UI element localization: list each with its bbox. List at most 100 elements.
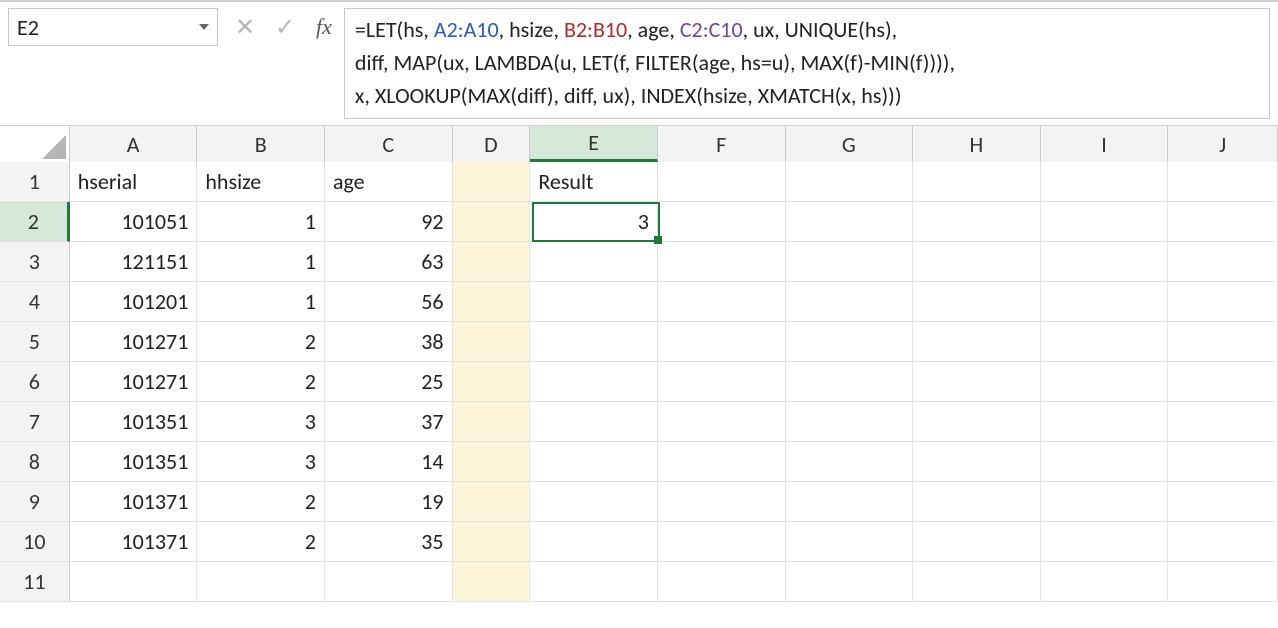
cell-E9[interactable] <box>530 482 658 522</box>
col-header-C[interactable]: C <box>325 126 453 162</box>
cell-F9[interactable] <box>658 482 786 522</box>
cell-C3[interactable]: 63 <box>325 242 453 282</box>
cell-D6[interactable] <box>453 362 531 402</box>
row-header-7[interactable]: 7 <box>0 402 70 442</box>
cell-C9[interactable]: 19 <box>325 482 453 522</box>
cell-E11[interactable] <box>530 562 658 602</box>
row-header-2[interactable]: 2 <box>0 202 70 242</box>
cell-F7[interactable] <box>658 402 786 442</box>
cell-J6[interactable] <box>1168 362 1278 402</box>
cell-J3[interactable] <box>1168 242 1278 282</box>
col-header-G[interactable]: G <box>786 126 914 162</box>
cell-J4[interactable] <box>1168 282 1278 322</box>
cell-D1[interactable] <box>453 162 531 202</box>
cell-F3[interactable] <box>658 242 786 282</box>
cell-F4[interactable] <box>658 282 786 322</box>
row-header-1[interactable]: 1 <box>0 162 70 202</box>
cell-B7[interactable]: 3 <box>197 402 325 442</box>
cell-H10[interactable] <box>913 522 1041 562</box>
cell-I8[interactable] <box>1041 442 1169 482</box>
cell-G2[interactable] <box>786 202 914 242</box>
cell-J9[interactable] <box>1168 482 1278 522</box>
cell-F10[interactable] <box>658 522 786 562</box>
cell-A2[interactable]: 101051 <box>70 202 198 242</box>
cell-C11[interactable] <box>325 562 453 602</box>
col-header-F[interactable]: F <box>658 126 786 162</box>
cell-B1[interactable]: hhsize <box>197 162 325 202</box>
cell-B10[interactable]: 2 <box>197 522 325 562</box>
col-header-D[interactable]: D <box>453 126 531 162</box>
col-header-A[interactable]: A <box>70 126 198 162</box>
cell-I9[interactable] <box>1041 482 1169 522</box>
cell-D4[interactable] <box>453 282 531 322</box>
row-header-5[interactable]: 5 <box>0 322 70 362</box>
cell-G5[interactable] <box>786 322 914 362</box>
cell-H8[interactable] <box>913 442 1041 482</box>
cell-J5[interactable] <box>1168 322 1278 362</box>
row-header-10[interactable]: 10 <box>0 522 70 562</box>
chevron-down-icon[interactable] <box>199 24 209 30</box>
cell-I5[interactable] <box>1041 322 1169 362</box>
cell-D8[interactable] <box>453 442 531 482</box>
row-header-3[interactable]: 3 <box>0 242 70 282</box>
cell-H4[interactable] <box>913 282 1041 322</box>
cell-B6[interactable]: 2 <box>197 362 325 402</box>
cell-A10[interactable]: 101371 <box>70 522 198 562</box>
cell-H7[interactable] <box>913 402 1041 442</box>
cell-F11[interactable] <box>658 562 786 602</box>
cell-A8[interactable]: 101351 <box>70 442 198 482</box>
cell-F6[interactable] <box>658 362 786 402</box>
cell-H6[interactable] <box>913 362 1041 402</box>
col-header-H[interactable]: H <box>913 126 1041 162</box>
cell-I6[interactable] <box>1041 362 1169 402</box>
cell-E7[interactable] <box>530 402 658 442</box>
cell-H2[interactable] <box>913 202 1041 242</box>
cell-C10[interactable]: 35 <box>325 522 453 562</box>
formula-input[interactable]: =LET(hs, A2:A10, hsize, B2:B10, age, C2:… <box>344 8 1270 119</box>
cell-G1[interactable] <box>786 162 914 202</box>
cell-G3[interactable] <box>786 242 914 282</box>
cell-F5[interactable] <box>658 322 786 362</box>
confirm-icon[interactable]: ✓ <box>272 13 298 42</box>
row-header-11[interactable]: 11 <box>0 562 70 602</box>
cell-H3[interactable] <box>913 242 1041 282</box>
cell-B3[interactable]: 1 <box>197 242 325 282</box>
cell-D11[interactable] <box>453 562 531 602</box>
cell-E1[interactable]: Result <box>530 162 658 202</box>
row-header-8[interactable]: 8 <box>0 442 70 482</box>
cell-C8[interactable]: 14 <box>325 442 453 482</box>
cell-J1[interactable] <box>1168 162 1278 202</box>
cell-I11[interactable] <box>1041 562 1169 602</box>
cell-I10[interactable] <box>1041 522 1169 562</box>
cell-I4[interactable] <box>1041 282 1169 322</box>
cell-F1[interactable] <box>658 162 786 202</box>
cell-J8[interactable] <box>1168 442 1278 482</box>
row-header-6[interactable]: 6 <box>0 362 70 402</box>
cell-J7[interactable] <box>1168 402 1278 442</box>
cell-C7[interactable]: 37 <box>325 402 453 442</box>
cell-G11[interactable] <box>786 562 914 602</box>
cell-B5[interactable]: 2 <box>197 322 325 362</box>
cell-D2[interactable] <box>453 202 531 242</box>
cell-I3[interactable] <box>1041 242 1169 282</box>
cell-H11[interactable] <box>913 562 1041 602</box>
cell-E2[interactable]: 3 <box>530 202 658 242</box>
cell-G10[interactable] <box>786 522 914 562</box>
cell-A6[interactable]: 101271 <box>70 362 198 402</box>
cell-A9[interactable]: 101371 <box>70 482 198 522</box>
cell-C5[interactable]: 38 <box>325 322 453 362</box>
cell-J11[interactable] <box>1168 562 1278 602</box>
name-box[interactable]: E2 <box>8 8 218 46</box>
cell-E5[interactable] <box>530 322 658 362</box>
cell-B8[interactable]: 3 <box>197 442 325 482</box>
cell-G4[interactable] <box>786 282 914 322</box>
cell-A4[interactable]: 101201 <box>70 282 198 322</box>
col-header-E[interactable]: E <box>530 126 658 162</box>
cell-A3[interactable]: 121151 <box>70 242 198 282</box>
cell-J10[interactable] <box>1168 522 1278 562</box>
cell-D5[interactable] <box>453 322 531 362</box>
cell-C2[interactable]: 92 <box>325 202 453 242</box>
cell-D10[interactable] <box>453 522 531 562</box>
cell-G9[interactable] <box>786 482 914 522</box>
cell-G8[interactable] <box>786 442 914 482</box>
